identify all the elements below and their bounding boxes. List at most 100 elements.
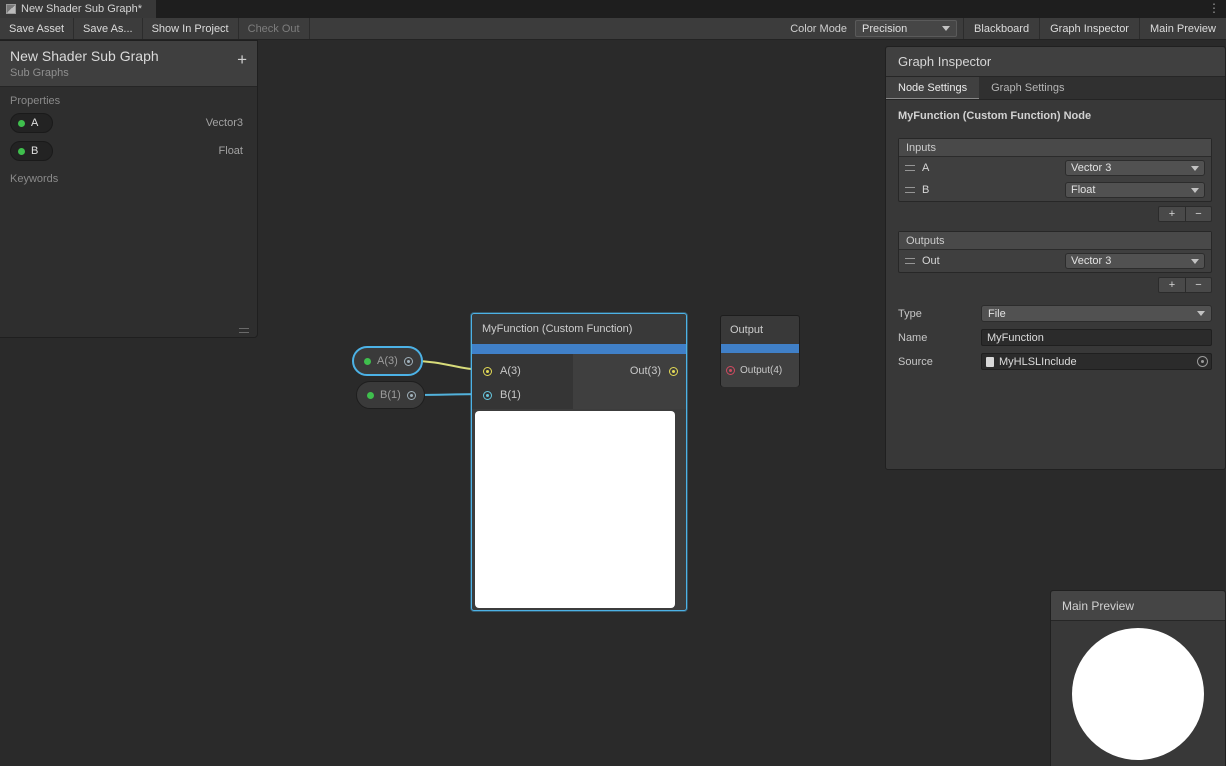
input-row-a[interactable]: A Vector 3: [899, 157, 1211, 179]
remove-input-button[interactable]: −: [1185, 207, 1211, 221]
input-ports-column: A(3) B(1): [472, 354, 573, 409]
blackboard-panel: New Shader Sub Graph Sub Graphs + Proper…: [0, 40, 258, 338]
chevron-down-icon: [942, 26, 950, 31]
node-ports: A(3) B(1) Out(3): [472, 354, 686, 409]
input-port-row-b[interactable]: B(1): [472, 383, 573, 407]
inspector-body: MyFunction (Custom Function) Node Inputs…: [886, 100, 1225, 370]
node-preview[interactable]: [475, 411, 675, 608]
input-name: B: [922, 184, 1058, 196]
main-preview-title[interactable]: Main Preview: [1051, 591, 1225, 621]
tab-node-settings[interactable]: Node Settings: [886, 77, 979, 99]
output-port-out[interactable]: [669, 367, 678, 376]
blackboard-property-b[interactable]: B Float: [0, 137, 257, 165]
blackboard-header[interactable]: New Shader Sub Graph Sub Graphs +: [0, 41, 257, 87]
resize-handle[interactable]: [239, 328, 249, 333]
source-object-field[interactable]: MyHLSLInclude: [981, 353, 1212, 370]
chevron-down-icon: [1191, 188, 1199, 193]
main-preview-panel: Main Preview: [1050, 590, 1226, 766]
graph-inspector-toggle-button[interactable]: Graph Inspector: [1039, 18, 1139, 39]
outputs-list-footer: + −: [898, 277, 1212, 293]
input-name: A: [922, 162, 1058, 174]
name-field-row: Name: [898, 329, 1212, 346]
inspector-tabs: Node Settings Graph Settings: [886, 77, 1225, 100]
property-name: A: [31, 117, 38, 129]
input-port-b[interactable]: [483, 391, 492, 400]
input-port-label: Output(4): [740, 365, 782, 376]
output-node[interactable]: Output Output(4): [720, 315, 800, 387]
type-dropdown[interactable]: File: [981, 305, 1212, 322]
dropdown-value: Vector 3: [1071, 162, 1111, 174]
remove-output-button[interactable]: −: [1185, 278, 1211, 292]
save-as-button[interactable]: Save As...: [74, 18, 143, 39]
output-name: Out: [922, 255, 1058, 267]
chevron-down-icon: [1191, 166, 1199, 171]
inputs-list-footer: + −: [898, 206, 1212, 222]
output-port[interactable]: [404, 357, 413, 366]
property-color-dot: [18, 148, 25, 155]
object-picker-icon[interactable]: [1197, 356, 1208, 367]
toolbar: Save Asset Save As... Show In Project Ch…: [0, 18, 1226, 40]
blackboard-property-a[interactable]: A Vector3: [0, 109, 257, 137]
property-pill[interactable]: A: [10, 113, 53, 133]
input-row-b[interactable]: B Float: [899, 179, 1211, 201]
graph-inspector-title[interactable]: Graph Inspector: [886, 47, 1225, 77]
blackboard-toggle-button[interactable]: Blackboard: [963, 18, 1039, 39]
output-node-body: Output(4): [721, 353, 799, 387]
input-port-label: B(1): [500, 389, 521, 401]
input-type-dropdown[interactable]: Float: [1065, 182, 1205, 198]
toolbar-spacer: [310, 18, 783, 39]
input-port-output[interactable]: [726, 366, 735, 375]
add-property-button[interactable]: +: [237, 51, 247, 68]
kebab-menu-icon[interactable]: ⋮: [1208, 1, 1220, 15]
property-node-b[interactable]: B(1): [356, 381, 425, 409]
input-port-a[interactable]: [483, 367, 492, 376]
property-node-a[interactable]: A(3): [352, 346, 423, 376]
drag-handle-icon[interactable]: [905, 187, 915, 193]
add-input-button[interactable]: +: [1159, 207, 1185, 221]
type-field-row: Type File: [898, 305, 1212, 322]
shader-graph-window: A(3) B(1) MyFunction (Custom Function) A…: [0, 0, 1226, 766]
property-pill[interactable]: B: [10, 141, 53, 161]
dropdown-value: File: [988, 308, 1006, 320]
color-mode-label: Color Mode: [782, 18, 855, 39]
type-label: Type: [898, 308, 981, 320]
outputs-list-header: Outputs: [899, 232, 1211, 250]
name-input[interactable]: [981, 329, 1212, 346]
drag-handle-icon[interactable]: [905, 258, 915, 264]
outputs-list: Outputs Out Vector 3: [898, 231, 1212, 273]
main-preview-viewport[interactable]: [1051, 621, 1225, 766]
main-preview-toggle-button[interactable]: Main Preview: [1139, 18, 1226, 39]
save-asset-button[interactable]: Save Asset: [0, 18, 74, 39]
dropdown-value: Float: [1071, 184, 1095, 196]
property-color-dot: [364, 358, 371, 365]
property-name: B: [31, 145, 38, 157]
property-type: Vector3: [206, 117, 243, 129]
file-icon: [986, 357, 994, 367]
inspected-node-title: MyFunction (Custom Function) Node: [898, 110, 1212, 122]
document-tab-title: New Shader Sub Graph*: [21, 3, 142, 15]
show-in-project-button[interactable]: Show In Project: [143, 18, 239, 39]
output-ports-column: Out(3): [573, 354, 686, 409]
input-port-label: A(3): [500, 365, 521, 377]
drag-handle-icon[interactable]: [905, 165, 915, 171]
properties-section-label: Properties: [0, 87, 257, 109]
precision-color-bar: [472, 344, 686, 354]
blackboard-subtitle: Sub Graphs: [10, 67, 247, 79]
document-tab[interactable]: New Shader Sub Graph*: [0, 0, 156, 18]
node-title[interactable]: Output: [721, 316, 799, 344]
chevron-down-icon: [1191, 259, 1199, 264]
input-type-dropdown[interactable]: Vector 3: [1065, 160, 1205, 176]
custom-function-node[interactable]: MyFunction (Custom Function) A(3) B(1) O…: [471, 313, 687, 611]
node-title[interactable]: MyFunction (Custom Function): [472, 314, 686, 344]
shader-graph-icon: [6, 4, 16, 14]
output-port[interactable]: [407, 391, 416, 400]
output-row-out[interactable]: Out Vector 3: [899, 250, 1211, 272]
output-port-row[interactable]: Out(3): [573, 359, 686, 383]
color-mode-dropdown[interactable]: Precision: [855, 20, 957, 37]
output-type-dropdown[interactable]: Vector 3: [1065, 253, 1205, 269]
input-port-row-a[interactable]: A(3): [472, 359, 573, 383]
add-output-button[interactable]: +: [1159, 278, 1185, 292]
tab-graph-settings[interactable]: Graph Settings: [979, 77, 1076, 99]
precision-color-bar: [721, 344, 799, 353]
property-color-dot: [367, 392, 374, 399]
